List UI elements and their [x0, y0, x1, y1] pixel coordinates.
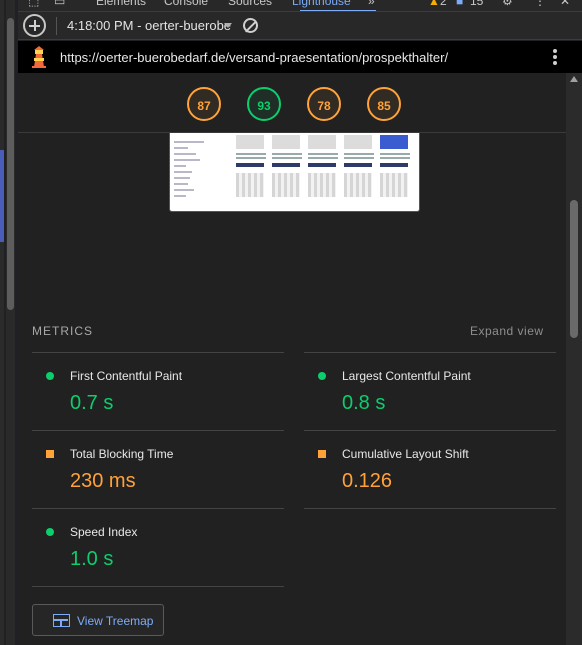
metric-value: 230 ms [70, 470, 136, 492]
scroll-up-icon[interactable] [570, 76, 578, 82]
score-gauge-accessibility[interactable]: 93 [247, 87, 281, 121]
metric-speed-index: Speed Index 1.0 s [32, 508, 284, 586]
screenshot-sidebar [174, 137, 230, 207]
tab-elements[interactable]: Elements [96, 0, 146, 8]
metric-value: 0.8 s [342, 392, 386, 414]
more-options-icon[interactable]: ⋮ [534, 0, 546, 8]
warning-icon[interactable]: ▲ [428, 0, 440, 8]
score-gauge-best-practices[interactable]: 78 [307, 87, 341, 121]
new-report-plus-icon[interactable] [23, 14, 46, 37]
screenshot-product-card [380, 133, 410, 207]
metric-total-blocking-time: Total Blocking Time 230 ms [32, 430, 284, 508]
screenshot-product-card [344, 133, 374, 207]
report-url-bar: https://oerter-buerobedarf.de/versand-pr… [18, 41, 582, 73]
metrics-divider [32, 586, 284, 587]
treemap-icon [53, 614, 70, 627]
tab-sources[interactable]: Sources [228, 0, 272, 8]
device-toolbar-icon[interactable]: ▭ [54, 0, 65, 8]
metric-cumulative-layout-shift: Cumulative Layout Shift 0.126 [304, 430, 556, 508]
metrics-header: METRICS [32, 324, 93, 338]
metric-value: 0.7 s [70, 392, 114, 414]
final-screenshot-thumbnail[interactable] [169, 133, 420, 212]
average-indicator-icon [46, 450, 54, 458]
lighthouse-toolbar: 4:18:00 PM - oerter-buerobe [18, 12, 582, 40]
inspect-icon[interactable]: ⬚ [28, 0, 39, 8]
screenshot-product-card [308, 133, 338, 207]
toolbar-divider [56, 17, 57, 35]
screenshot-product-card [236, 133, 266, 207]
metric-first-contentful-paint: First Contentful Paint 0.7 s [32, 352, 284, 430]
more-tabs-icon[interactable]: » [368, 0, 375, 8]
expand-view-toggle[interactable]: Expand view [470, 324, 544, 338]
host-page-edge [0, 0, 4, 645]
metric-label: Cumulative Layout Shift [342, 447, 469, 461]
devtools-window: ⬚ ▭ Elements Console Sources Lighthouse … [0, 0, 582, 645]
report-scrollbar-thumb[interactable] [570, 200, 578, 338]
metric-largest-contentful-paint: Largest Contentful Paint 0.8 s [304, 352, 556, 430]
report-url[interactable]: https://oerter-buerobedarf.de/versand-pr… [60, 50, 448, 65]
tab-console[interactable]: Console [164, 0, 208, 8]
metrics-divider [304, 508, 556, 509]
host-scrollbar-thumb[interactable] [7, 18, 14, 310]
warnings-count[interactable]: 2 [440, 0, 447, 8]
lighthouse-logo-icon [32, 46, 46, 68]
metric-value: 1.0 s [70, 548, 114, 570]
lighthouse-report: 87 93 78 85 METRICS Expand view First Co… [18, 73, 566, 645]
view-treemap-button[interactable]: View Treemap [32, 604, 164, 636]
view-treemap-label: View Treemap [77, 614, 154, 628]
host-scrollbar[interactable] [6, 0, 15, 645]
report-select[interactable]: 4:18:00 PM - oerter-buerobe [67, 18, 231, 33]
chevron-down-icon[interactable] [224, 23, 232, 28]
metric-label: Largest Contentful Paint [342, 369, 471, 383]
close-icon[interactable]: ✕ [560, 0, 570, 8]
pass-indicator-icon [46, 528, 54, 536]
tab-lighthouse[interactable]: Lighthouse [292, 0, 351, 8]
pass-indicator-icon [46, 372, 54, 380]
score-gauges: 87 93 78 85 [18, 73, 566, 133]
metric-label: Speed Index [70, 525, 138, 539]
report-menu-icon[interactable] [553, 49, 557, 65]
devtools-tab-bar: ⬚ ▭ Elements Console Sources Lighthouse … [18, 0, 582, 12]
metric-label: First Contentful Paint [70, 369, 183, 383]
metric-label: Total Blocking Time [70, 447, 174, 461]
score-gauge-seo[interactable]: 85 [367, 87, 401, 121]
clear-reports-icon[interactable] [243, 18, 258, 33]
score-gauge-performance[interactable]: 87 [187, 87, 221, 121]
pass-indicator-icon [318, 372, 326, 380]
messages-icon[interactable]: ■ [456, 0, 463, 8]
settings-gear-icon[interactable]: ⚙ [502, 0, 513, 8]
messages-count[interactable]: 15 [470, 0, 483, 8]
metric-value: 0.126 [342, 470, 393, 492]
report-scrollbar[interactable] [566, 73, 582, 645]
screenshot-product-card [272, 133, 302, 207]
average-indicator-icon [318, 450, 326, 458]
